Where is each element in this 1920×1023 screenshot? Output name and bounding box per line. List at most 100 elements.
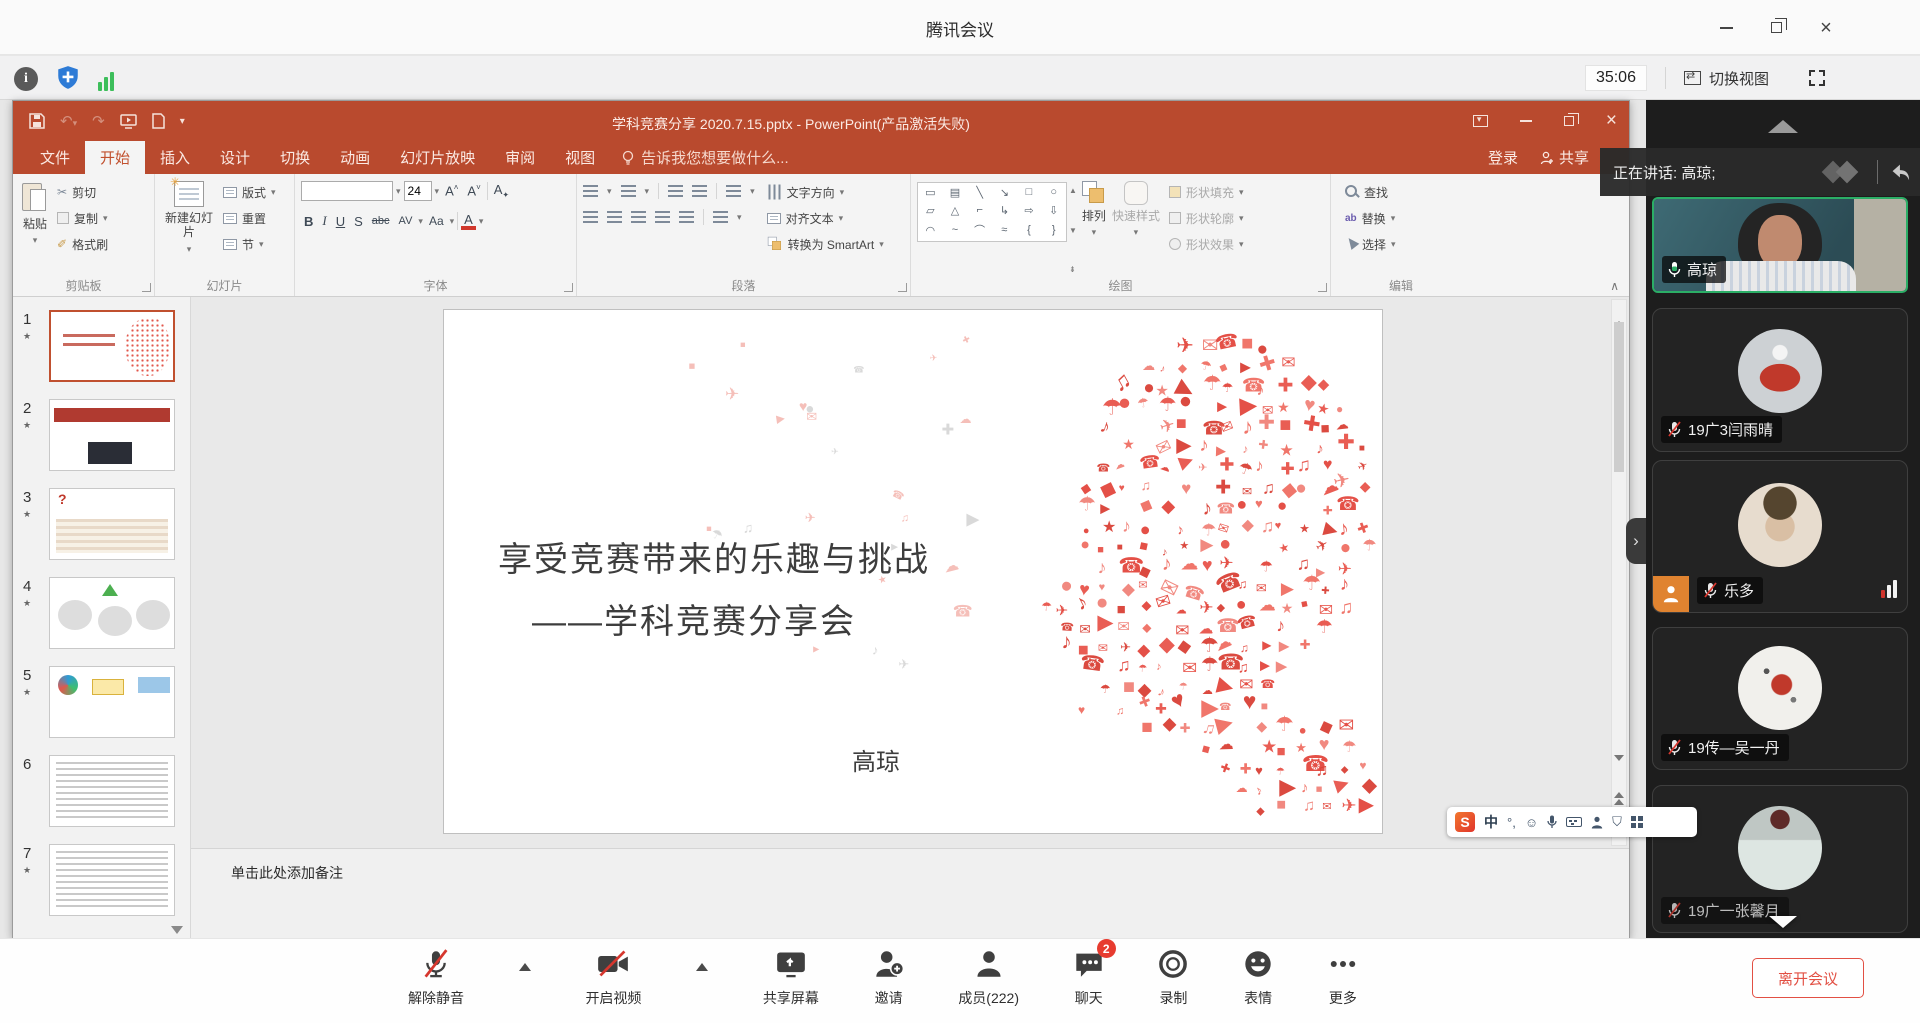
slide-thumbnail-panel[interactable]: 1★ 2★ 3★ 4★ 5★ — [13, 297, 191, 938]
tell-me-box[interactable]: 告诉我您想要做什么... — [622, 141, 789, 174]
align-center-icon[interactable] — [607, 211, 622, 223]
ime-voice-icon[interactable] — [1547, 815, 1557, 829]
redo-icon[interactable]: ↷ — [92, 112, 105, 130]
share-button[interactable]: 共享 — [1540, 147, 1589, 168]
shape-gallery-item[interactable]: □ — [1026, 186, 1033, 198]
notes-pane[interactable]: 单击此处添加备注 S 中 °, ☺ ⛉ — [191, 848, 1629, 938]
shape-gallery-item[interactable]: ~ — [952, 224, 958, 236]
meeting-info-icon[interactable]: i — [14, 67, 38, 91]
record-button[interactable]: 录制 — [1158, 947, 1188, 1008]
thumbnail-slide-2[interactable]: 2★ — [23, 399, 190, 471]
ppt-close-button[interactable]: × — [1606, 110, 1617, 132]
reset-button[interactable]: 重置 — [223, 208, 276, 228]
shape-gallery-item[interactable]: △ — [951, 204, 959, 217]
shape-gallery-item[interactable]: ≈ — [1001, 224, 1007, 236]
sogou-logo-icon[interactable]: S — [1455, 812, 1475, 832]
shape-gallery-item[interactable]: ↘ — [1000, 186, 1009, 199]
shape-gallery[interactable]: ▭▤╲↘□○▱△⌐↳⇨⇩◠~⌒≈{} — [917, 182, 1067, 242]
slide-editing-canvas[interactable]: 享受竞赛带来的乐趣与挑战 ——学科竞赛分享会 高琼 ✈✉☎■●☁♪◆☂◆▶✚✉♫… — [191, 297, 1629, 848]
shape-gallery-item[interactable]: ╲ — [976, 186, 983, 199]
new-slide-button[interactable]: 新建幻灯片▾ — [161, 179, 217, 278]
ime-skin-icon[interactable]: ⛉ — [1612, 814, 1622, 830]
align-right-icon[interactable] — [631, 211, 646, 223]
quick-styles-button[interactable]: 快速样式▾ — [1109, 179, 1163, 278]
participant-tile[interactable]: 19广3闫雨晴 — [1652, 308, 1908, 452]
shrink-font-icon[interactable]: A˅ — [464, 183, 483, 198]
shape-gallery-scroll[interactable]: ▲▼⇟ — [1067, 182, 1079, 278]
new-document-icon[interactable] — [152, 113, 165, 129]
font-size-combobox[interactable] — [404, 181, 432, 201]
ime-toolbox-grid-icon[interactable] — [1631, 816, 1643, 828]
shape-gallery-item[interactable]: ◠ — [926, 224, 936, 237]
find-button[interactable]: 查找 — [1345, 182, 1396, 202]
paragraph-dialog-launcher[interactable] — [898, 283, 907, 292]
grow-font-icon[interactable]: A˄ — [442, 183, 461, 198]
cut-button[interactable]: ✂剪切 — [57, 182, 108, 202]
shape-gallery-item[interactable]: ↳ — [1000, 204, 1009, 217]
invite-button[interactable]: 邀请 — [874, 947, 904, 1008]
shape-outline-button[interactable]: 形状轮廓▾ — [1169, 208, 1244, 228]
font-dialog-launcher[interactable] — [564, 283, 573, 292]
collapse-ribbon-icon[interactable]: ∧ — [1610, 279, 1619, 293]
start-video-button[interactable]: 开启视频 — [585, 947, 641, 1008]
shape-gallery-item[interactable]: ⇩ — [1049, 204, 1058, 217]
character-spacing-icon[interactable]: AV — [396, 215, 416, 227]
copy-button[interactable]: 复制▾ — [57, 208, 108, 228]
thumbnail-slide-7[interactable]: 7★ — [23, 844, 190, 916]
italic-icon[interactable]: I — [319, 213, 329, 229]
more-button[interactable]: 更多 — [1328, 947, 1358, 1008]
tab-animations[interactable]: 动画 — [325, 141, 385, 174]
clipboard-dialog-launcher[interactable] — [142, 283, 151, 292]
unmute-button[interactable]: 解除静音 — [408, 947, 464, 1008]
underline-icon[interactable]: U — [333, 214, 348, 229]
scroll-down-icon[interactable] — [1614, 755, 1624, 778]
thumbnail-slide-1[interactable]: 1★ — [23, 310, 190, 382]
switch-view-button[interactable]: 切换视图 — [1684, 68, 1769, 89]
font-color-icon[interactable]: A — [461, 213, 476, 230]
undo-icon[interactable]: ↶▾ — [60, 112, 77, 130]
shape-gallery-item[interactable]: { — [1027, 224, 1031, 236]
shape-gallery-item[interactable]: ⌒ — [974, 222, 985, 238]
section-button[interactable]: 节▾ — [223, 234, 276, 254]
sign-in-button[interactable]: 登录 — [1488, 147, 1518, 168]
previous-slide-button[interactable] — [1614, 792, 1624, 805]
bold-icon[interactable]: B — [301, 214, 316, 229]
save-icon[interactable] — [29, 113, 45, 129]
smartart-button[interactable]: 转换为 SmartArt▾ — [767, 234, 884, 254]
line-spacing-icon[interactable] — [726, 185, 741, 197]
shape-fill-button[interactable]: 形状填充▾ — [1169, 182, 1244, 202]
text-shadow-icon[interactable]: S — [351, 214, 366, 229]
shape-gallery-item[interactable]: ▤ — [950, 186, 960, 199]
clear-formatting-icon[interactable]: A✦ — [491, 182, 512, 200]
thumbnail-slide-6[interactable]: 6 — [23, 755, 190, 827]
distribute-icon[interactable] — [679, 211, 694, 223]
start-slideshow-icon[interactable] — [120, 114, 137, 129]
columns-icon[interactable] — [713, 211, 728, 223]
numbering-icon[interactable] — [621, 185, 636, 197]
ime-language-mode[interactable]: 中 — [1484, 812, 1498, 832]
chat-button[interactable]: 2 聊天 — [1074, 947, 1104, 1008]
text-direction-button[interactable]: 文字方向▾ — [767, 182, 884, 202]
slide-1-canvas[interactable]: 享受竞赛带来的乐趣与挑战 ——学科竞赛分享会 高琼 ✈✉☎■●☁♪◆☂◆▶✚✉♫… — [443, 309, 1383, 834]
strikethrough-icon[interactable]: abc — [369, 215, 393, 227]
select-button[interactable]: 选择▾ — [1345, 234, 1396, 254]
participant-tile[interactable]: 19传—吴一丹 — [1652, 627, 1908, 770]
emoji-button[interactable]: 表情 — [1243, 947, 1273, 1008]
shape-gallery-item[interactable]: ⌐ — [976, 204, 982, 216]
close-button[interactable]: × — [1816, 18, 1836, 38]
sidebar-collapse-up-icon[interactable] — [1768, 120, 1798, 133]
notes-placeholder[interactable]: 单击此处添加备注 — [231, 863, 343, 883]
align-left-icon[interactable] — [583, 211, 598, 223]
shape-gallery-item[interactable]: ⇨ — [1024, 204, 1033, 217]
shape-gallery-item[interactable]: ○ — [1050, 186, 1057, 198]
tab-slideshow[interactable]: 幻灯片放映 — [385, 141, 490, 174]
sidebar-scroll-down-icon[interactable] — [1769, 916, 1797, 928]
format-painter-button[interactable]: ✐格式刷 — [57, 234, 108, 254]
shape-gallery-item[interactable]: ▭ — [925, 186, 935, 199]
thumbnails-scroll-down-icon[interactable] — [171, 926, 183, 934]
tab-review[interactable]: 审阅 — [490, 141, 550, 174]
drawing-dialog-launcher[interactable] — [1318, 283, 1327, 292]
tab-view[interactable]: 视图 — [550, 141, 610, 174]
share-screen-button[interactable]: 共享屏幕 — [763, 947, 819, 1008]
font-name-combobox[interactable] — [301, 181, 393, 201]
